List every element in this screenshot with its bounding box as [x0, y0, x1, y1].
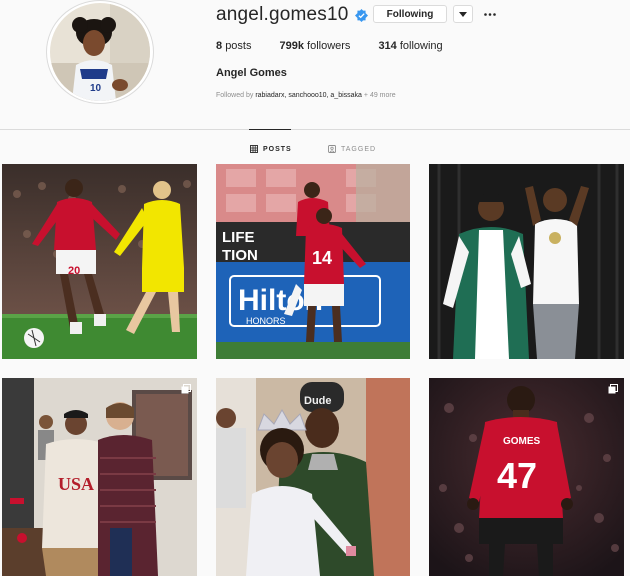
post6-shirt-name: GOMES: [503, 436, 541, 447]
post-image-1: 20: [2, 164, 197, 359]
post-thumbnail-2[interactable]: LIFE TION Hilton HONORS 14: [216, 164, 410, 359]
avatar-image: 10: [50, 3, 150, 101]
post4-shirt-text: USA: [58, 474, 94, 494]
post-image-5: Dude: [216, 378, 410, 576]
tag-icon: [328, 145, 336, 153]
profile-avatar[interactable]: 10: [46, 0, 154, 104]
followed-by-text[interactable]: Followed by rabiadarx, sanchooo10, a_bis…: [216, 92, 396, 99]
grid-icon: [250, 145, 258, 153]
username: angel.gomes10: [216, 4, 349, 25]
post-thumbnail-6[interactable]: GOMES 47: [429, 378, 624, 576]
tab-posts-label: POSTS: [263, 145, 292, 153]
hilton-board-sub: HONORS: [246, 316, 286, 326]
post-thumbnail-5[interactable]: Dude: [216, 378, 410, 576]
profile-stats: 8 posts 799k followers 314 following: [216, 40, 471, 54]
username-row: angel.gomes10: [216, 4, 368, 26]
tab-tagged[interactable]: TAGGED: [328, 143, 376, 155]
multiple-posts-icon: [608, 384, 618, 394]
profile-page: 10 angel.gomes10 Following 8 posts 799k …: [0, 0, 630, 576]
post-image-4: USA: [2, 378, 197, 576]
post-thumbnail-4[interactable]: USA: [2, 378, 197, 576]
post-image-3: [429, 164, 624, 359]
followers-stat[interactable]: 799k followers: [279, 40, 350, 54]
post-image-6: GOMES 47: [429, 378, 624, 576]
post5-hat-text: Dude: [304, 395, 332, 407]
tab-posts[interactable]: POSTS: [250, 143, 292, 155]
post2-shirt-number: 14: [312, 248, 332, 268]
chevron-down-icon: [459, 11, 467, 17]
post-thumbnail-1[interactable]: 20: [2, 164, 197, 359]
post-thumbnail-3[interactable]: [429, 164, 624, 359]
tab-tagged-label: TAGGED: [341, 145, 377, 153]
tabs-divider: [0, 129, 630, 130]
suggestions-dropdown-button[interactable]: [453, 5, 473, 23]
active-tab-indicator: [249, 129, 291, 130]
full-name: Angel Gomes: [216, 67, 287, 79]
post-image-2: LIFE TION Hilton HONORS 14: [216, 164, 410, 359]
svg-text:10: 10: [90, 83, 102, 94]
post1-shirt-number: 20: [68, 265, 80, 277]
verified-icon: [354, 8, 368, 22]
following-stat[interactable]: 314 following: [378, 40, 442, 54]
banner-top-text: LIFE: [222, 229, 255, 246]
banner-sub-text: TION: [222, 247, 258, 264]
following-button[interactable]: Following: [373, 5, 447, 23]
posts-stat: 8 posts: [216, 40, 252, 52]
more-options-button[interactable]: [481, 5, 499, 23]
more-icon: [484, 12, 496, 16]
post6-shirt-number: 47: [497, 455, 537, 496]
multiple-posts-icon: [181, 384, 191, 394]
